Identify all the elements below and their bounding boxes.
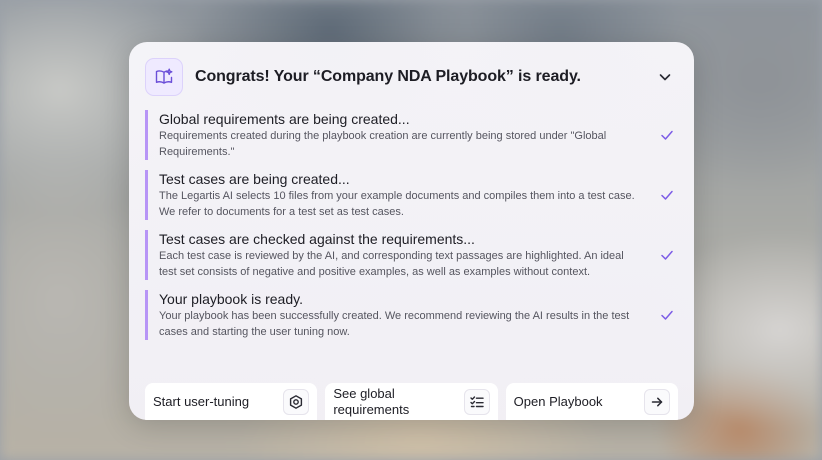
button-label: See global requirements — [333, 385, 410, 417]
step-title: Test cases are checked against the requi… — [159, 231, 475, 247]
step-description: The Legartis AI selects 10 files from yo… — [159, 190, 635, 218]
check-icon — [661, 190, 673, 200]
checklist-icon — [463, 388, 490, 415]
check-icon — [661, 130, 673, 140]
step-description: Each test case is reviewed by the AI, an… — [159, 250, 624, 278]
dialog-header: Congrats! Your “Company NDA Playbook” is… — [145, 58, 678, 96]
step-title: Your playbook is ready. — [159, 291, 303, 307]
chevron-down-icon[interactable] — [656, 68, 674, 86]
step-global-requirements: Global requirements are being created...… — [145, 110, 678, 160]
step-description: Requirements created during the playbook… — [159, 130, 607, 158]
progress-steps: Global requirements are being created...… — [145, 110, 678, 350]
arrow-right-icon — [643, 388, 670, 415]
playbook-ready-dialog: Congrats! Your “Company NDA Playbook” is… — [129, 42, 694, 420]
step-title: Test cases are being created... — [159, 171, 350, 187]
check-icon — [661, 250, 673, 260]
step-test-cases-created: Test cases are being created... The Lega… — [145, 170, 678, 220]
open-playbook-button[interactable]: Open Playbook — [505, 383, 678, 420]
see-global-requirements-button[interactable]: See global requirements — [325, 383, 498, 420]
button-label: Start user-tuning — [153, 393, 250, 409]
step-title: Global requirements are being created... — [159, 111, 410, 127]
step-playbook-ready: Your playbook is ready. Your playbook ha… — [145, 290, 678, 340]
book-sparkle-icon — [145, 58, 183, 96]
hexagon-settings-icon — [283, 388, 310, 415]
step-test-cases-checked: Test cases are checked against the requi… — [145, 230, 678, 280]
dialog-title: Congrats! Your “Company NDA Playbook” is… — [195, 68, 581, 85]
action-bar: Start user-tuning See global requirement… — [145, 383, 678, 420]
check-icon — [661, 310, 673, 320]
start-user-tuning-button[interactable]: Start user-tuning — [145, 383, 318, 420]
step-description: Your playbook has been successfully crea… — [159, 310, 630, 338]
button-label: Open Playbook — [513, 393, 603, 409]
